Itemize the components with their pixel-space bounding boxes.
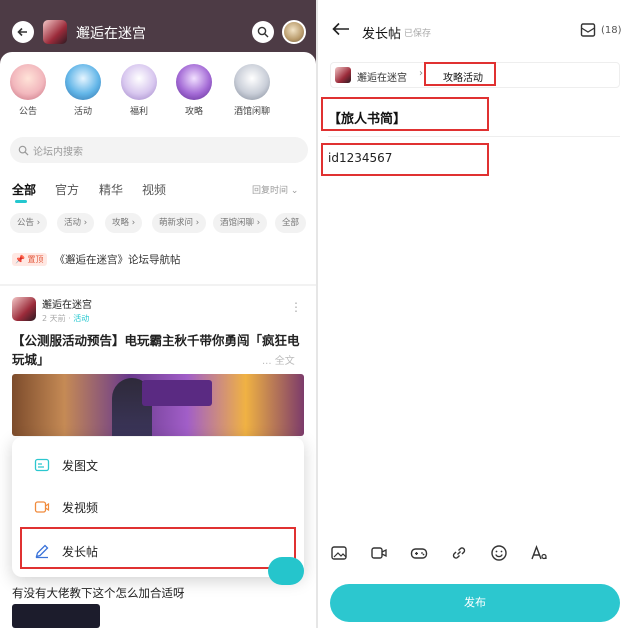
video-icon (34, 501, 50, 513)
post2-title[interactable]: 有没有大佬教下这个怎么加合适呀 (12, 585, 185, 601)
author-avatar (12, 297, 36, 321)
draft-count[interactable]: (18) (601, 25, 622, 36)
forum-search-input[interactable]: 论坛内搜索 (10, 137, 308, 163)
post-meta: 2 天前 · 活动 (42, 313, 89, 324)
editor-toolbar (318, 540, 632, 566)
post-tag: 活动 (73, 314, 90, 323)
category-selector[interactable]: 攻略活动 (443, 69, 483, 84)
editor-screen: 发长帖 已保存 (18) 邂逅在迷宫 › 攻略活动 【旅人书简】 id12345… (318, 0, 632, 628)
image-text-icon (34, 458, 50, 472)
drafts-icon[interactable] (580, 22, 596, 38)
post-title-input[interactable]: 【旅人书简】 (328, 108, 406, 127)
post-author: 邂逅在迷宫 (42, 300, 92, 311)
category-avatar (176, 64, 212, 100)
back-button[interactable] (332, 20, 350, 41)
pinned-badge: 📌 置顶 (12, 252, 47, 266)
category-label: 福利 (129, 107, 148, 117)
forum-name: 邂逅在迷宫 (357, 73, 407, 84)
back-arrow-icon (17, 27, 27, 37)
category-event[interactable]: 活动 (57, 64, 109, 117)
event-banner-art (142, 380, 212, 406)
create-post-menu: 发图文 发视频 发长帖 (12, 437, 304, 577)
back-arrow-icon (332, 22, 349, 36)
menu-item-video[interactable]: 发视频 (12, 487, 304, 527)
chip-tavern[interactable]: 酒馆闲聊 › (213, 213, 268, 233)
menu-label: 发长帖 (62, 544, 99, 559)
category-label: 公告 (18, 107, 37, 117)
forum-title: 邂逅在迷宫 (76, 26, 146, 42)
chip-announcement[interactable]: 公告 › (10, 213, 48, 233)
pen-icon (35, 544, 49, 559)
tab-active-indicator (15, 200, 27, 203)
category-label: 酒馆闲聊 (233, 107, 270, 117)
saved-status: 已保存 (404, 29, 432, 39)
category-avatar (65, 64, 101, 100)
pinned-post[interactable]: 📌 置顶 《邂逅在迷宫》论坛导航帖 (12, 252, 181, 266)
gamepad-icon[interactable] (410, 544, 428, 562)
menu-item-long-post[interactable]: 发长帖 (12, 531, 304, 571)
publish-button[interactable]: 发布 (330, 584, 620, 622)
pinned-title: 《邂逅在迷宫》论坛导航帖 (54, 253, 181, 266)
category-avatar (10, 64, 46, 100)
video-icon[interactable] (370, 544, 388, 562)
post-time: 2 天前 · (42, 314, 74, 323)
sort-dropdown[interactable]: 回复时间 ⌄ (252, 183, 298, 196)
category-avatar (234, 64, 270, 100)
category-announcement[interactable]: 公告 (2, 64, 54, 117)
link-icon[interactable] (450, 544, 468, 562)
more-options-icon[interactable]: ⋮ (290, 300, 302, 314)
text-format-icon[interactable] (530, 544, 548, 562)
category-guide[interactable]: 攻略 (168, 64, 220, 117)
chip-all[interactable]: 全部 (275, 213, 307, 233)
category-welfare[interactable]: 福利 (113, 64, 165, 117)
divider (328, 136, 620, 137)
chevron-right-icon: › (419, 68, 423, 79)
menu-label: 发视频 (62, 500, 99, 515)
category-label: 活动 (73, 107, 92, 117)
read-full-link[interactable]: ... 全文 (262, 352, 295, 367)
search-button[interactable] (252, 21, 274, 43)
create-fab[interactable] (268, 557, 304, 585)
chip-newbie[interactable]: 萌新求问 › (152, 213, 207, 233)
category-tavern[interactable]: 酒馆闲聊 (226, 64, 278, 117)
forum-selector[interactable]: 邂逅在迷宫 › 攻略活动 (330, 62, 620, 88)
tab-featured[interactable]: 精华 (99, 181, 123, 198)
chip-guide[interactable]: 攻略 › (105, 213, 143, 233)
forum-avatar (43, 20, 67, 44)
post-banner-image[interactable] (12, 374, 304, 436)
menu-item-image-text[interactable]: 发图文 (12, 445, 304, 485)
image-icon[interactable] (330, 544, 348, 562)
editor-title: 发长帖 (362, 27, 402, 42)
search-icon (18, 145, 29, 156)
category-row: 公告 活动 福利 攻略 酒馆闲聊 (0, 64, 316, 122)
tab-all[interactable]: 全部 (12, 181, 36, 198)
user-avatar[interactable] (282, 20, 306, 44)
search-placeholder: 论坛内搜索 (33, 146, 83, 158)
forum-avatar (335, 67, 351, 83)
post2-thumbnail[interactable] (12, 604, 100, 628)
search-icon (257, 26, 269, 38)
category-label: 攻略 (184, 107, 203, 117)
post-title: 【公测服活动预告】电玩霸主秋千带你勇闯「疯狂电玩城」 (12, 333, 300, 367)
emoji-icon[interactable] (490, 544, 508, 562)
tab-video[interactable]: 视频 (142, 181, 166, 198)
tab-official[interactable]: 官方 (55, 181, 79, 198)
chip-event[interactable]: 活动 › (57, 213, 95, 233)
menu-label: 发图文 (62, 458, 99, 473)
post-body-input[interactable]: id1234567 (328, 151, 392, 165)
back-button[interactable] (12, 21, 34, 43)
forum-screen: 邂逅在迷宫 公告 活动 福利 攻略 酒馆闲聊 论坛内搜索 全部 官方 精华 视频… (0, 0, 316, 628)
category-avatar (121, 64, 157, 100)
